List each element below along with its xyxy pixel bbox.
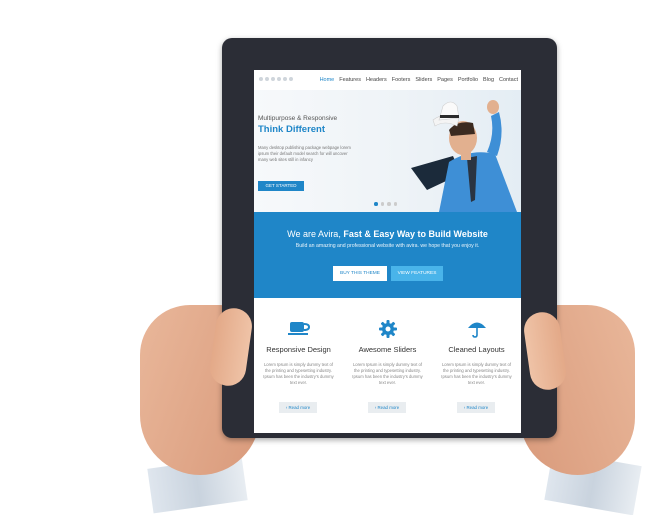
slider-dot[interactable] xyxy=(374,202,378,206)
nav-item-home[interactable]: Home xyxy=(320,77,335,83)
hero-man-illustration xyxy=(411,100,517,212)
nav-item-portfolio[interactable]: Portfolio xyxy=(458,77,478,83)
get-started-button[interactable]: GET STARTED xyxy=(258,181,304,191)
feature-title: Awesome Sliders xyxy=(358,345,417,354)
nav-item-features[interactable]: Features xyxy=(339,77,361,83)
slider-dot[interactable] xyxy=(380,202,384,206)
view-features-button[interactable]: VIEW FEATURES xyxy=(391,266,443,281)
read-more-button[interactable]: › Read more xyxy=(279,402,317,413)
feature-text: Lorem Ipsum is simply dummy text of the … xyxy=(352,362,423,385)
read-more-button[interactable]: › Read more xyxy=(368,402,406,413)
hero-slider: Multipurpose & Responsive Think Differen… xyxy=(254,90,521,212)
feature-text: Lorem Ipsum is simply dummy text of the … xyxy=(263,362,334,385)
nav-item-blog[interactable]: Blog xyxy=(483,77,494,83)
feature-title: Cleaned Layouts xyxy=(448,345,505,354)
nav-menu: Home Features Headers Footers Sliders Pa… xyxy=(320,70,518,90)
feature-title: Responsive Design xyxy=(266,345,331,354)
promo-band: We are Avira, Fast & Easy Way to Build W… xyxy=(254,212,521,298)
site-logo[interactable] xyxy=(259,77,293,81)
nav-item-contact[interactable]: Contact xyxy=(499,77,518,83)
top-navigation: Home Features Headers Footers Sliders Pa… xyxy=(254,70,521,91)
hero-title: Think Different xyxy=(258,124,326,135)
feature-column: Responsive Design Lorem Ipsum is simply … xyxy=(254,298,343,433)
nav-item-footers[interactable]: Footers xyxy=(392,77,411,83)
hero-text: Many desktop publishing package webpage … xyxy=(258,145,351,162)
tablet-screen: Home Features Headers Footers Sliders Pa… xyxy=(254,70,521,433)
band-title-prefix: We are Avira, xyxy=(287,229,344,239)
gear-icon xyxy=(343,320,432,343)
slider-pagination xyxy=(374,202,397,206)
feature-text: Lorem Ipsum is simply dummy text of the … xyxy=(441,362,512,385)
slider-dot[interactable] xyxy=(393,202,397,206)
read-more-button[interactable]: › Read more xyxy=(457,402,495,413)
buy-theme-button[interactable]: BUY THIS THEME xyxy=(333,266,387,281)
nav-item-pages[interactable]: Pages xyxy=(437,77,453,83)
band-title: We are Avira, Fast & Easy Way to Build W… xyxy=(254,229,521,239)
feature-column: Awesome Sliders Lorem Ipsum is simply du… xyxy=(343,298,432,433)
slider-dot[interactable] xyxy=(387,202,391,206)
band-subtitle: Build an amazing and professional websit… xyxy=(295,243,480,249)
nav-item-headers[interactable]: Headers xyxy=(366,77,387,83)
feature-column: Cleaned Layouts Lorem Ipsum is simply du… xyxy=(432,298,521,433)
band-title-bold: Fast & Easy Way to Build Website xyxy=(343,229,488,239)
umbrella-icon xyxy=(432,320,521,343)
nav-item-sliders[interactable]: Sliders xyxy=(415,77,432,83)
coffee-cup-icon xyxy=(254,320,343,341)
hero-subtitle: Multipurpose & Responsive xyxy=(258,115,338,122)
